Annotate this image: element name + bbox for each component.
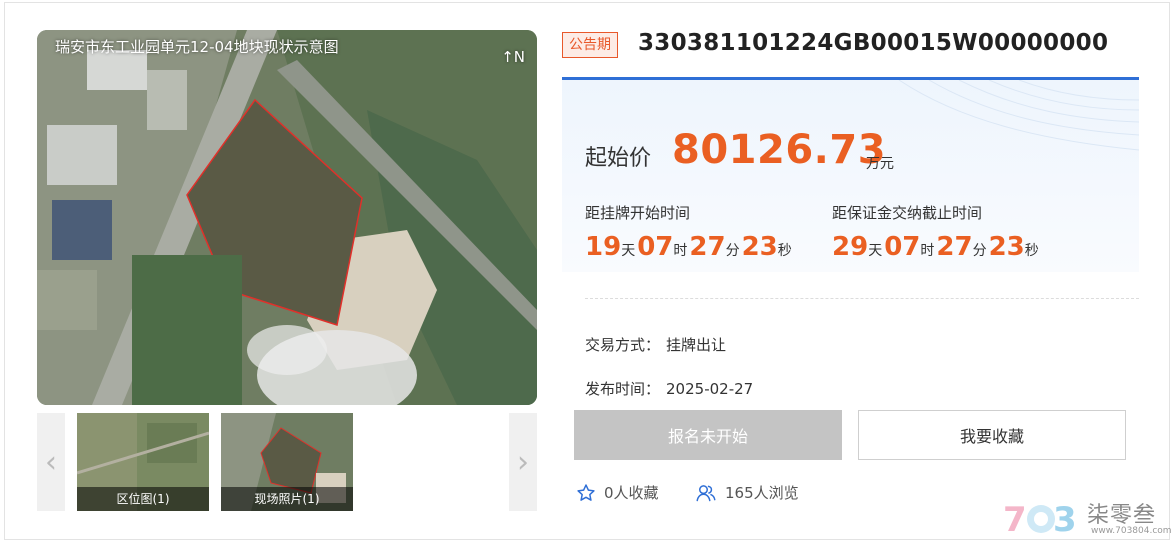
aerial-map-graphic xyxy=(37,30,537,405)
second-unit: 秒 xyxy=(1024,243,1039,259)
favorite-count-text: 0人收藏 xyxy=(604,484,659,502)
publish-date-row: 发布时间： 2025-02-27 xyxy=(585,378,753,399)
parcel-code-title: 330381101224GB00015W00000000 xyxy=(638,30,1109,56)
signup-button[interactable]: 报名未开始 xyxy=(574,410,842,460)
publish-date-label: 发布时间： xyxy=(585,380,661,398)
logo-mark-icon: 7 3 xyxy=(1003,500,1077,540)
countdown-minutes: 27 xyxy=(689,232,726,262)
star-icon xyxy=(577,483,595,501)
minute-unit: 分 xyxy=(972,243,987,259)
day-unit: 天 xyxy=(621,243,636,259)
listing-start-countdown-title: 距挂牌开始时间 xyxy=(585,204,691,222)
countdown-hours: 07 xyxy=(637,232,674,262)
hour-unit: 时 xyxy=(673,243,688,259)
thumbnail-label: 区位图(1) xyxy=(77,487,209,511)
day-unit: 天 xyxy=(868,243,883,259)
thumb-prev-button[interactable]: ‹ xyxy=(37,413,65,511)
countdown-seconds: 23 xyxy=(988,232,1025,262)
countdown-minutes: 27 xyxy=(936,232,973,262)
view-count: 165人浏览 xyxy=(695,482,799,503)
status-badge: 公告期 xyxy=(562,32,618,58)
divider xyxy=(585,298,1139,299)
watermark-brand: 柒零叁 xyxy=(1087,503,1157,528)
trade-method-value: 挂牌出让 xyxy=(666,336,727,354)
starting-price-value: 80126.73 xyxy=(672,127,887,173)
parcel-aerial-image[interactable]: 瑞安市东工业园单元12-04地块现状示意图 ↑N xyxy=(37,30,537,405)
publish-date-value: 2025-02-27 xyxy=(666,380,754,398)
view-count-text: 165人浏览 xyxy=(725,484,799,502)
favorite-count[interactable]: 0人收藏 xyxy=(576,482,659,503)
trade-method-label: 交易方式： xyxy=(585,336,661,354)
add-favorite-button[interactable]: 我要收藏 xyxy=(858,410,1126,460)
second-unit: 秒 xyxy=(777,243,792,259)
listing-start-countdown: 19天07时27分23秒 xyxy=(585,232,794,262)
watermark-site: www.703804.com xyxy=(1091,526,1172,536)
users-icon xyxy=(696,484,716,501)
minute-unit: 分 xyxy=(725,243,740,259)
countdown-seconds: 23 xyxy=(741,232,778,262)
countdown-hours: 07 xyxy=(884,232,921,262)
countdown-days: 19 xyxy=(585,232,622,262)
site-watermark-logo: 7 3 柒零叁 www.703804.com xyxy=(1003,497,1172,541)
thumb-next-button[interactable]: › xyxy=(509,413,537,511)
thumbnail-label: 现场照片(1) xyxy=(221,487,353,511)
svg-text:3: 3 xyxy=(1053,500,1077,540)
thumbnail-location-map[interactable]: 区位图(1) xyxy=(77,413,209,511)
trade-method-row: 交易方式： 挂牌出让 xyxy=(585,334,726,355)
starting-price-label: 起始价 xyxy=(585,146,652,171)
svg-text:7: 7 xyxy=(1003,500,1027,540)
hour-unit: 时 xyxy=(920,243,935,259)
image-caption: 瑞安市东工业园单元12-04地块现状示意图 xyxy=(55,38,339,56)
deposit-deadline-countdown-title: 距保证金交纳截止时间 xyxy=(832,204,983,222)
thumbnail-site-photo[interactable]: 现场照片(1) xyxy=(221,413,353,511)
deposit-deadline-countdown: 29天07时27分23秒 xyxy=(832,232,1041,262)
price-unit: 万元 xyxy=(866,156,894,172)
north-arrow-icon: ↑N xyxy=(501,48,525,66)
countdown-days: 29 xyxy=(832,232,869,262)
